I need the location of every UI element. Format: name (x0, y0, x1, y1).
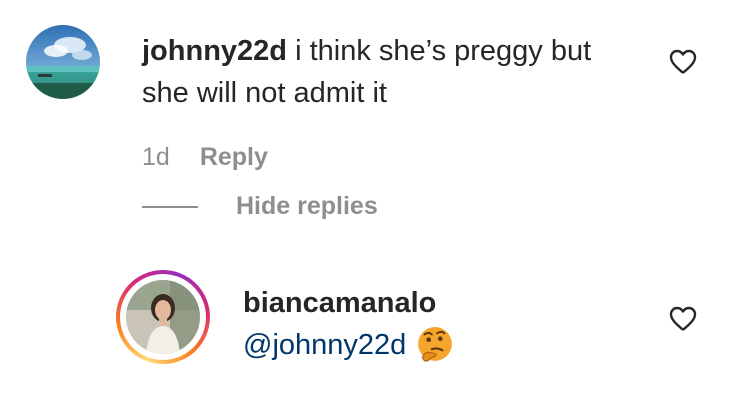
reply-username[interactable]: biancamanalo (243, 284, 436, 322)
comment-text: johnny22d i think she’s preggy but she w… (142, 30, 642, 114)
reply-avatar-image (126, 280, 200, 354)
comment-meta: 1d Reply (142, 143, 268, 172)
heart-icon-graphic (669, 306, 697, 331)
hide-replies-divider (142, 205, 198, 208)
reply-button[interactable]: Reply (200, 143, 268, 172)
hide-replies-label: Hide replies (236, 192, 378, 220)
comment-username[interactable]: johnny22d (142, 35, 287, 67)
comment-age: 1d (142, 143, 170, 171)
commenter-avatar-image (26, 25, 100, 99)
commenter-avatar[interactable] (26, 25, 100, 99)
reply-avatar[interactable] (126, 280, 200, 354)
thinking-face-emoji (418, 327, 453, 362)
heart-icon-graphic (669, 49, 697, 74)
story-ring[interactable] (116, 270, 210, 364)
heart-outline-icon[interactable] (666, 302, 700, 334)
mention-link[interactable]: @johnny22d (243, 325, 406, 365)
heart-outline-icon[interactable] (666, 45, 700, 77)
story-ring-inner (120, 274, 206, 360)
hide-replies-button[interactable]: Hide replies (142, 192, 378, 221)
reply-body: @johnny22d (243, 325, 454, 365)
